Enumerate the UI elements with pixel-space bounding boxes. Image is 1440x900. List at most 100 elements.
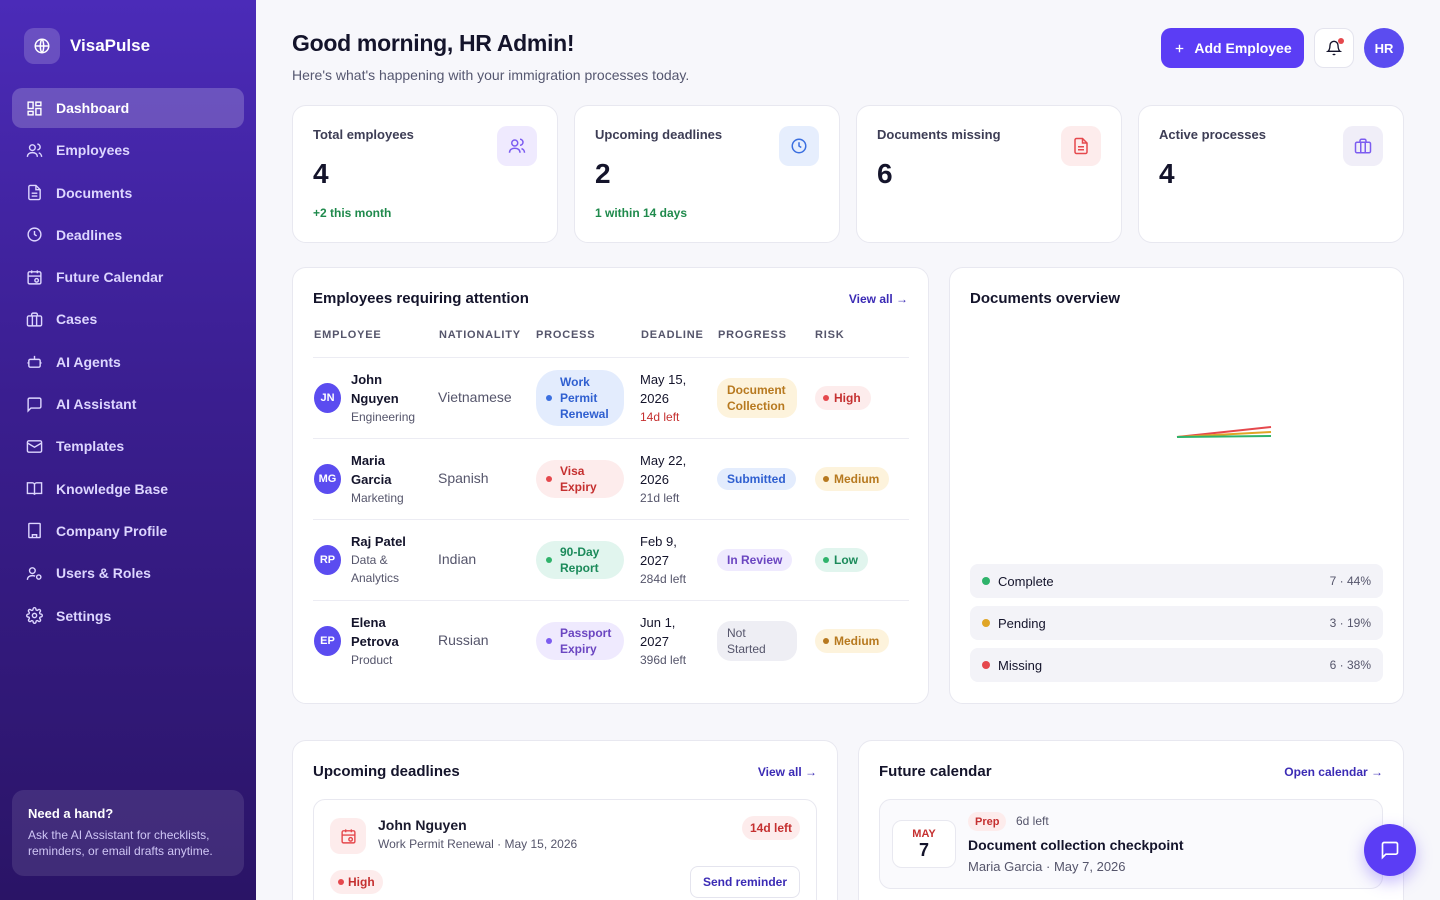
plus-icon <box>1176 44 1184 52</box>
legend-label: Complete <box>998 573 1054 589</box>
nationality: Indian <box>438 551 477 567</box>
sidebar-item-cases[interactable]: Cases <box>12 299 244 339</box>
progress-badge: Document Collection <box>717 378 797 418</box>
sidebar-item-employees[interactable]: Employees <box>12 130 244 170</box>
nationality: Russian <box>438 632 489 648</box>
calendar-icon <box>27 270 42 285</box>
sidebar-nav: Dashboard Employees Documents Deadlines … <box>12 88 244 638</box>
stat-value: 4 <box>313 158 329 189</box>
days-left-badge: 14d left <box>741 816 800 840</box>
risk-label: Medium <box>834 472 880 486</box>
add-employee-label: Add Employee <box>1194 40 1292 56</box>
help-text: Ask the AI Assistant for checklists, rem… <box>28 828 213 858</box>
add-employee-button[interactable]: Add Employee <box>1161 28 1304 68</box>
status-dot <box>982 577 990 585</box>
employee-dept: Product <box>351 653 393 667</box>
nationality: Spanish <box>438 470 489 486</box>
notifications-button[interactable] <box>1314 28 1354 68</box>
sidebar-item-label: Company Profile <box>56 522 168 539</box>
sidebar-item-deadlines[interactable]: Deadlines <box>12 215 244 255</box>
deadline-date: Jun 1, 2027 <box>640 615 676 649</box>
risk-badge: High <box>815 386 871 410</box>
legend-complete: Complete 7 · 44% <box>970 564 1383 598</box>
status-dot <box>823 638 829 644</box>
brand-name: VisaPulse <box>70 36 151 55</box>
table-row[interactable]: RP Raj Patel Data & Analytics Indian 90-… <box>313 520 909 601</box>
sidebar-item-users-roles[interactable]: Users & Roles <box>12 553 244 593</box>
documents-chart <box>1176 426 1272 438</box>
date-box: MAY 7 <box>892 820 956 868</box>
employee-name: Elena Petrova <box>351 615 399 649</box>
risk-label: High <box>348 875 375 889</box>
column-header: EMPLOYEE <box>314 329 382 341</box>
status-dot <box>546 638 552 644</box>
sidebar-item-label: Knowledge Base <box>56 480 169 497</box>
view-all-link[interactable]: View all → <box>849 292 908 306</box>
table-row[interactable]: EP Elena Petrova Product Russian Passpor… <box>313 601 909 682</box>
stat-label: Documents missing <box>877 127 1001 142</box>
user-avatar[interactable]: HR <box>1364 28 1404 68</box>
view-all-link[interactable]: View all → <box>758 765 817 779</box>
sidebar-item-ai-agents[interactable]: AI Agents <box>12 342 244 382</box>
deadline-left: 14d left <box>640 410 680 424</box>
sidebar-item-company-profile[interactable]: Company Profile <box>12 511 244 551</box>
process-pill: 90-Day Report <box>536 541 624 579</box>
deadline: Jun 1, 2027 396d left <box>640 613 700 670</box>
upcoming-deadlines-card: Upcoming deadlines View all → John Nguye… <box>292 740 838 900</box>
avatar: MG <box>314 464 341 494</box>
calendar-day: 7 <box>918 840 929 860</box>
page-subtitle: Here's what's happening with your immigr… <box>292 67 690 83</box>
section-title: Future calendar <box>879 763 992 780</box>
open-calendar-link[interactable]: Open calendar → <box>1284 765 1383 779</box>
status-dot <box>982 619 990 627</box>
chat-icon <box>27 396 42 413</box>
send-reminder-button[interactable]: Send reminder <box>689 866 800 898</box>
section-title: Employees requiring attention <box>313 290 529 307</box>
legend-value: 7 · 44% <box>1329 574 1371 588</box>
deadline: May 22, 2026 21d left <box>640 451 700 508</box>
process-label: 90-Day Report <box>560 545 600 575</box>
stat-card-upcoming-deadlines[interactable]: Upcoming deadlines 2 1 within 14 days <box>574 105 840 243</box>
stat-value: 2 <box>595 158 611 189</box>
sidebar-item-future-calendar[interactable]: Future Calendar <box>12 257 244 297</box>
stat-card-documents-missing[interactable]: Documents missing 6 <box>856 105 1122 243</box>
chat-assistant-button[interactable] <box>1364 824 1416 876</box>
attention-table-card: Employees requiring attention View all →… <box>292 267 929 704</box>
risk-badge: High <box>330 870 383 894</box>
briefcase-icon <box>1343 126 1383 166</box>
employee-dept: Marketing <box>351 491 404 505</box>
brand[interactable]: VisaPulse <box>24 28 150 64</box>
stat-card-total-employees[interactable]: Total employees 4 +2 this month <box>292 105 558 243</box>
clock-icon <box>779 126 819 166</box>
sidebar-item-settings[interactable]: Settings <box>12 596 244 636</box>
stat-card-active-processes[interactable]: Active processes 4 <box>1138 105 1404 243</box>
calendar-item[interactable]: MAY 7 Prep 6d left Document collection c… <box>879 799 1383 889</box>
stat-label: Upcoming deadlines <box>595 127 723 142</box>
sidebar-item-label: AI Agents <box>56 353 121 370</box>
section-title: Upcoming deadlines <box>313 763 460 780</box>
avatar: EP <box>314 626 341 656</box>
employee-name: Raj Patel <box>351 534 406 549</box>
deadline-item[interactable]: John Nguyen Work Permit Renewal · May 15… <box>313 799 817 900</box>
sidebar-item-dashboard[interactable]: Dashboard <box>12 88 244 128</box>
brand-logo-icon <box>24 28 60 64</box>
progress-badge: In Review <box>717 549 793 571</box>
table-row[interactable]: JN John Nguyen Engineering Vietnamese Wo… <box>313 358 909 439</box>
sidebar-item-templates[interactable]: Templates <box>12 426 244 466</box>
column-header: PROCESS <box>536 329 596 341</box>
sidebar-item-ai-assistant[interactable]: AI Assistant <box>12 384 244 424</box>
chat-icon <box>1381 841 1399 860</box>
help-card[interactable]: Need a hand? Ask the AI Assistant for ch… <box>12 790 244 876</box>
process-label: Visa Expiry <box>560 464 597 494</box>
users-icon <box>26 143 43 157</box>
sidebar-item-label: Future Calendar <box>56 269 164 286</box>
risk-label: Low <box>834 553 858 567</box>
sidebar-item-documents[interactable]: Documents <box>12 173 244 213</box>
stat-value: 4 <box>1159 158 1175 189</box>
process-pill: Work Permit Renewal <box>536 370 624 426</box>
mail-icon <box>26 440 43 453</box>
table-row[interactable]: MG Maria Garcia Marketing Spanish Visa E… <box>313 439 909 520</box>
sidebar-item-knowledge-base[interactable]: Knowledge Base <box>12 469 244 509</box>
deadline-left: 396d left <box>640 653 687 667</box>
stat-note: +2 this month <box>313 206 392 220</box>
